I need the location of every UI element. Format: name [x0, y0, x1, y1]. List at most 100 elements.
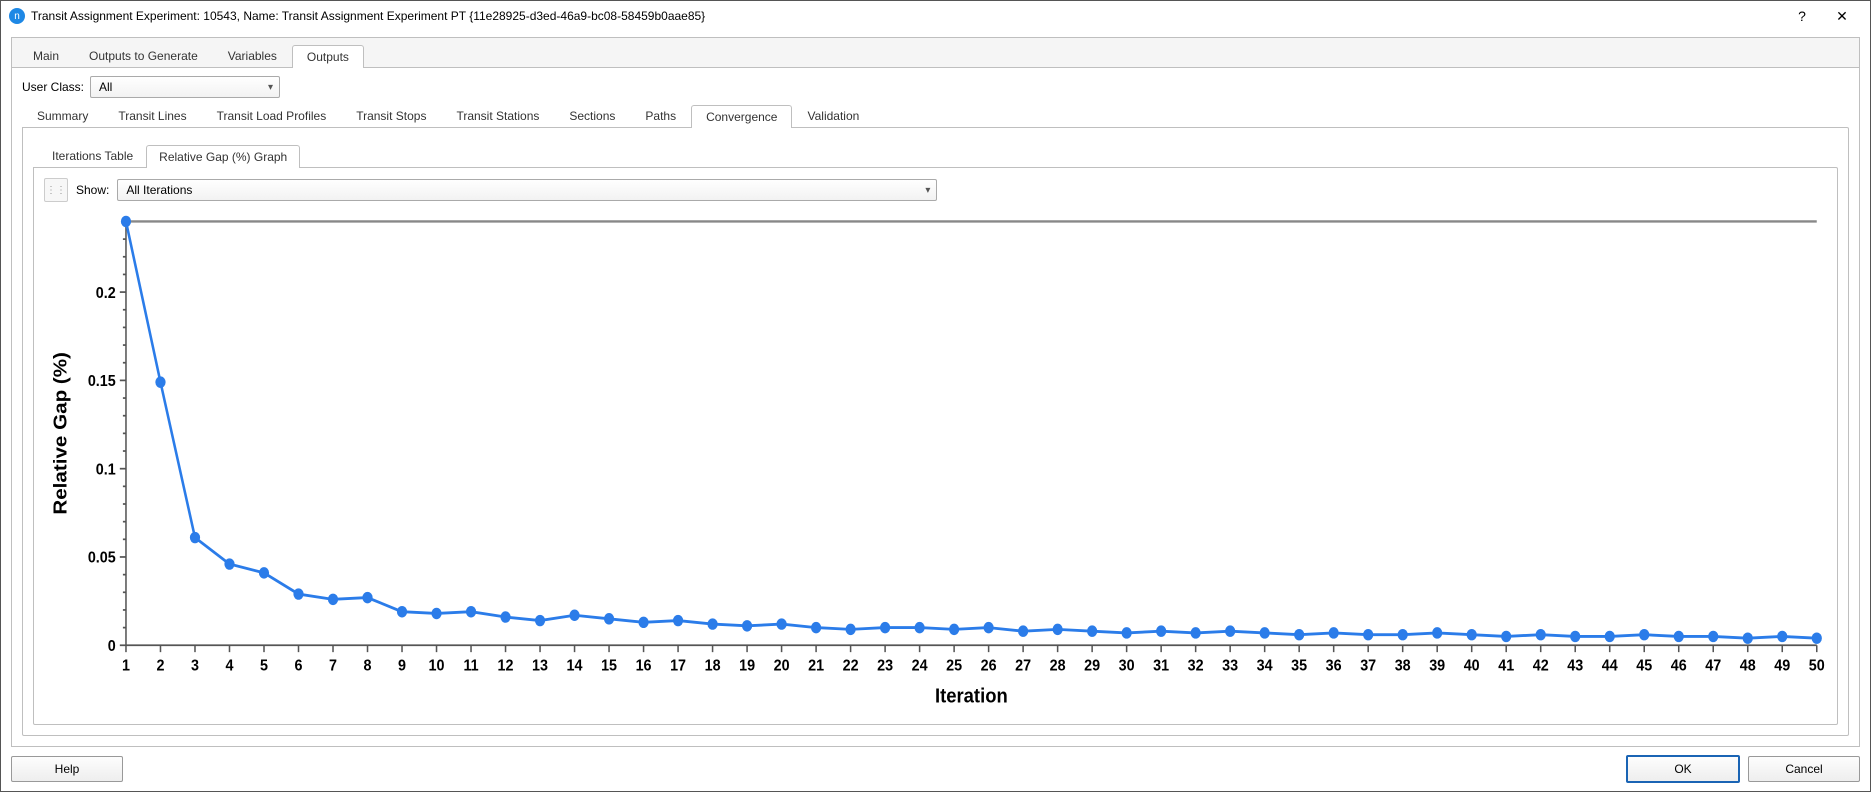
svg-text:8: 8 [364, 657, 372, 675]
dialog-window: n Transit Assignment Experiment: 10543, … [0, 0, 1871, 792]
user-class-select-value: All [99, 80, 112, 94]
svg-text:50: 50 [1809, 657, 1825, 675]
show-label: Show: [76, 183, 109, 197]
svg-text:39: 39 [1429, 657, 1445, 675]
dialog-footer: Help OK Cancel [1, 747, 1870, 791]
svg-text:11: 11 [463, 657, 479, 675]
svg-text:34: 34 [1257, 657, 1273, 675]
innertab-relative-gap-graph[interactable]: Relative Gap (%) Graph [146, 145, 300, 168]
svg-text:20: 20 [774, 657, 790, 675]
tab-outputs[interactable]: Outputs [292, 45, 364, 68]
app-icon: n [9, 8, 25, 24]
subtab-validation[interactable]: Validation [792, 104, 874, 127]
svg-text:37: 37 [1360, 657, 1376, 675]
convergence-inner-tabs: Iterations Table Relative Gap (%) Graph [33, 138, 1838, 167]
svg-text:0.05: 0.05 [88, 549, 116, 567]
svg-text:2: 2 [156, 657, 164, 675]
subtab-paths[interactable]: Paths [630, 104, 691, 127]
svg-text:49: 49 [1774, 657, 1790, 675]
svg-text:32: 32 [1188, 657, 1204, 675]
svg-text:17: 17 [670, 657, 686, 675]
subtab-convergence[interactable]: Convergence [691, 105, 792, 128]
user-class-select[interactable]: All ▾ [90, 76, 280, 98]
tab-outputs-to-generate[interactable]: Outputs to Generate [74, 44, 213, 67]
svg-text:48: 48 [1740, 657, 1756, 675]
subtab-transit-stations[interactable]: Transit Stations [441, 104, 554, 127]
svg-text:26: 26 [981, 657, 997, 675]
svg-text:29: 29 [1084, 657, 1100, 675]
chevron-down-icon: ▾ [268, 82, 273, 93]
help-titlebar-button[interactable]: ? [1782, 2, 1822, 30]
svg-text:16: 16 [636, 657, 652, 675]
close-titlebar-button[interactable]: ✕ [1822, 2, 1862, 30]
svg-text:27: 27 [1015, 657, 1031, 675]
svg-text:0: 0 [108, 637, 116, 655]
svg-text:43: 43 [1567, 657, 1583, 675]
svg-text:14: 14 [567, 657, 583, 675]
cancel-button[interactable]: Cancel [1748, 756, 1860, 782]
show-iterations-value: All Iterations [126, 183, 192, 197]
svg-text:33: 33 [1222, 657, 1238, 675]
help-button[interactable]: Help [11, 756, 123, 782]
svg-text:1: 1 [122, 657, 130, 675]
ok-button[interactable]: OK [1626, 755, 1740, 783]
svg-text:0.1: 0.1 [96, 461, 116, 479]
svg-text:40: 40 [1464, 657, 1480, 675]
svg-text:23: 23 [877, 657, 893, 675]
tab-variables[interactable]: Variables [213, 44, 292, 67]
svg-text:0.15: 0.15 [88, 372, 116, 390]
svg-text:10: 10 [429, 657, 445, 675]
tab-main[interactable]: Main [18, 44, 74, 67]
svg-text:6: 6 [295, 657, 303, 675]
svg-text:Iteration: Iteration [935, 685, 1008, 708]
svg-text:22: 22 [843, 657, 859, 675]
show-iterations-select[interactable]: All Iterations ▾ [117, 179, 937, 201]
svg-text:Relative Gap (%): Relative Gap (%) [51, 352, 72, 515]
chevron-down-icon: ▾ [925, 185, 930, 196]
svg-text:4: 4 [226, 657, 234, 675]
user-class-row: User Class: All ▾ [22, 76, 1849, 98]
svg-text:35: 35 [1291, 657, 1307, 675]
svg-text:46: 46 [1671, 657, 1687, 675]
subtab-sections[interactable]: Sections [554, 104, 630, 127]
convergence-body: Iterations Table Relative Gap (%) Graph … [22, 127, 1849, 736]
drag-handle-icon[interactable]: ⋮⋮ [44, 178, 68, 202]
window-title: Transit Assignment Experiment: 10543, Na… [31, 9, 1782, 23]
svg-text:21: 21 [808, 657, 824, 675]
svg-text:15: 15 [601, 657, 617, 675]
svg-text:12: 12 [498, 657, 514, 675]
svg-text:18: 18 [705, 657, 721, 675]
svg-text:0.2: 0.2 [96, 284, 116, 302]
subtab-transit-load-profiles[interactable]: Transit Load Profiles [202, 104, 342, 127]
titlebar: n Transit Assignment Experiment: 10543, … [1, 1, 1870, 31]
main-tabs: Main Outputs to Generate Variables Outpu… [12, 38, 1859, 67]
innertab-iterations-table[interactable]: Iterations Table [39, 144, 146, 167]
svg-text:36: 36 [1326, 657, 1342, 675]
output-subtabs: Summary Transit Lines Transit Load Profi… [22, 104, 1849, 127]
svg-text:45: 45 [1636, 657, 1652, 675]
svg-text:9: 9 [398, 657, 406, 675]
subtab-transit-stops[interactable]: Transit Stops [341, 104, 441, 127]
subtab-summary[interactable]: Summary [22, 104, 103, 127]
svg-text:28: 28 [1050, 657, 1066, 675]
svg-text:44: 44 [1602, 657, 1618, 675]
svg-text:42: 42 [1533, 657, 1549, 675]
svg-text:47: 47 [1705, 657, 1721, 675]
svg-text:5: 5 [260, 657, 268, 675]
svg-text:19: 19 [739, 657, 755, 675]
chart-area: 00.050.10.150.21234567891011121314151617… [44, 210, 1827, 714]
svg-text:31: 31 [1153, 657, 1169, 675]
show-toolbar: ⋮⋮ Show: All Iterations ▾ [44, 178, 1827, 202]
svg-text:7: 7 [329, 657, 337, 675]
relative-gap-chart: 00.050.10.150.21234567891011121314151617… [44, 210, 1827, 714]
svg-text:41: 41 [1498, 657, 1514, 675]
svg-text:3: 3 [191, 657, 199, 675]
content-panel: Main Outputs to Generate Variables Outpu… [11, 37, 1860, 747]
svg-text:13: 13 [532, 657, 548, 675]
svg-text:30: 30 [1119, 657, 1135, 675]
relative-gap-graph-body: ⋮⋮ Show: All Iterations ▾ 0 0.05 0.1 0.15 0.… [33, 167, 1838, 725]
svg-text:24: 24 [912, 657, 928, 675]
user-class-label: User Class: [22, 80, 84, 94]
subtab-transit-lines[interactable]: Transit Lines [103, 104, 201, 127]
svg-text:25: 25 [946, 657, 962, 675]
